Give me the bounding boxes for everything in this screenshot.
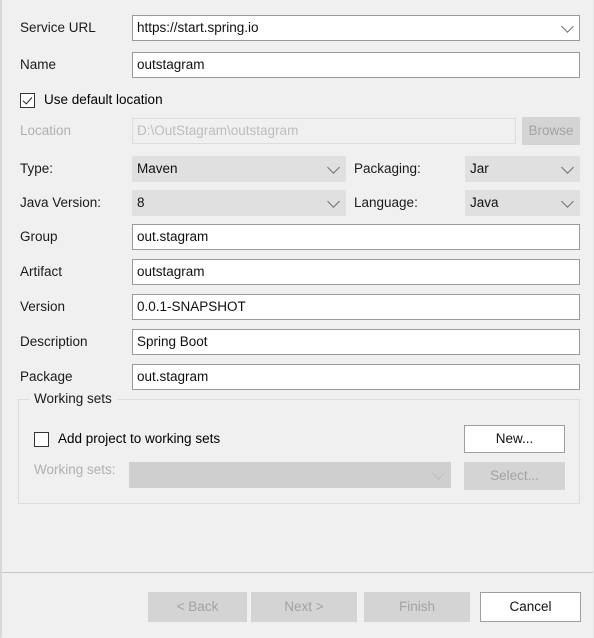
service-url-combo[interactable]: https://start.spring.io [132,15,580,41]
packaging-value: Jar [470,161,489,176]
location-row: Location D:\OutStagram\outstagram Browse [2,117,593,145]
chevron-down-icon [432,467,445,480]
type-combo[interactable]: Maven [132,156,346,182]
name-input[interactable]: outstagram [132,52,580,78]
package-label: Package [20,369,73,384]
use-default-location-row[interactable]: Use default location [20,89,163,111]
group-row: Group out.stagram [2,224,593,250]
name-label: Name [20,57,57,72]
group-input[interactable]: out.stagram [132,224,580,250]
working-sets-combo [129,462,451,488]
description-input[interactable]: Spring Boot [132,329,580,355]
add-project-to-working-sets-row[interactable]: Add project to working sets [34,428,220,450]
working-sets-legend: Working sets [29,391,117,406]
package-value: out.stagram [137,369,209,384]
type-packaging-row: Type: Maven Packaging: Jar [2,156,593,182]
chevron-down-icon [561,195,574,208]
language-combo[interactable]: Java [465,190,580,216]
package-input[interactable]: out.stagram [132,364,580,390]
next-button: Next > [251,592,357,622]
group-value: out.stagram [137,229,209,244]
browse-button: Browse [522,117,580,145]
back-button-label: < Back [176,599,219,614]
next-button-label: Next > [284,599,324,614]
name-value: outstagram [137,57,205,72]
new-working-set-button[interactable]: New... [464,425,565,453]
new-working-set-button-label: New... [495,431,534,446]
cancel-button[interactable]: Cancel [480,592,581,622]
description-value: Spring Boot [137,334,208,349]
finish-button: Finish [364,592,470,622]
select-working-set-button: Select... [464,462,565,490]
service-url-row: Service URL https://start.spring.io [2,15,593,41]
new-spring-starter-project-dialog: Service URL https://start.spring.io Name… [0,0,594,638]
name-row: Name outstagram [2,52,593,78]
add-project-to-working-sets-checkbox[interactable] [34,431,49,447]
description-label: Description [20,334,88,349]
group-label: Group [20,229,58,244]
service-url-value: https://start.spring.io [137,20,259,35]
location-input: D:\OutStagram\outstagram [132,118,516,144]
java-version-value: 8 [137,195,145,210]
artifact-value: outstagram [137,264,205,279]
version-input[interactable]: 0.0.1-SNAPSHOT [132,294,580,320]
back-button: < Back [148,592,247,622]
use-default-location-label: Use default location [44,92,163,107]
chevron-down-icon [327,161,340,174]
java-version-label: Java Version: [20,195,102,210]
footer-bar: ? < Back Next > Finish Cancel [2,573,593,638]
packaging-label: Packaging: [354,161,421,176]
version-label: Version [20,299,66,314]
working-sets-combo-label: Working sets: [34,462,116,477]
chevron-down-icon [561,161,574,174]
chevron-down-icon [561,20,574,33]
select-working-set-button-label: Select... [490,468,539,483]
finish-button-label: Finish [398,599,435,614]
packaging-combo[interactable]: Jar [465,156,580,182]
description-row: Description Spring Boot [2,329,593,355]
cancel-button-label: Cancel [509,599,552,614]
location-value: D:\OutStagram\outstagram [137,123,299,138]
artifact-input[interactable]: outstagram [132,259,580,285]
browse-button-label: Browse [528,123,574,138]
type-label: Type: [20,161,54,176]
package-row: Package out.stagram [2,364,593,390]
javaversion-language-row: Java Version: 8 Language: Java [2,190,593,216]
use-default-location-checkbox[interactable] [20,92,35,108]
service-url-label: Service URL [20,20,96,35]
chevron-down-icon [327,195,340,208]
version-row: Version 0.0.1-SNAPSHOT [2,294,593,320]
type-value: Maven [137,161,178,176]
artifact-label: Artifact [20,264,63,279]
language-value: Java [470,195,499,210]
form-area: Service URL https://start.spring.io Name… [2,0,593,572]
language-label: Language: [354,195,418,210]
working-sets-group: Working sets Add project to working sets… [18,391,580,504]
location-label: Location [20,123,72,138]
artifact-row: Artifact outstagram [2,259,593,285]
version-value: 0.0.1-SNAPSHOT [137,299,246,314]
add-project-to-working-sets-label: Add project to working sets [58,431,221,446]
java-version-combo[interactable]: 8 [132,190,346,216]
